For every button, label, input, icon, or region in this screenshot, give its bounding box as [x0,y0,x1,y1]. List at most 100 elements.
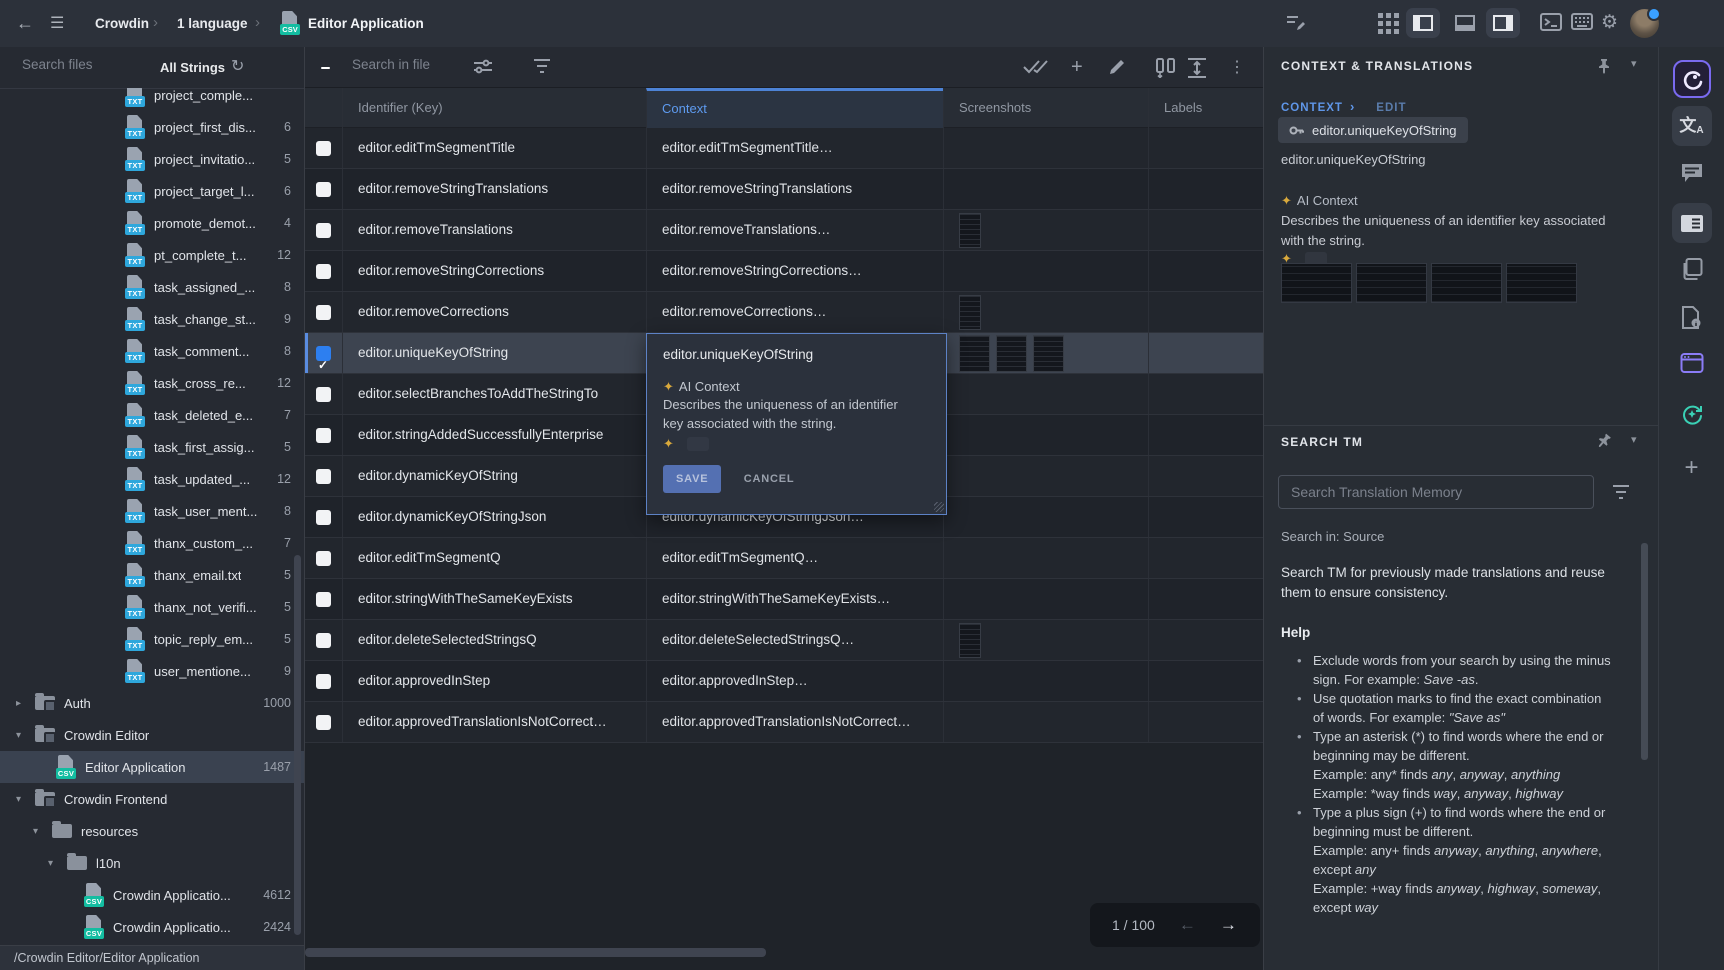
browser-window-icon[interactable] [1680,353,1703,373]
identifier-cell[interactable]: editor.editTmSegmentTitle [342,128,646,168]
row-checkbox-cell[interactable] [305,251,342,291]
file-tree-item[interactable]: TXT topic_reply_em... 5 [0,623,304,655]
search-tm-input[interactable] [1278,475,1594,509]
screenshots-cell[interactable] [943,456,1148,496]
chevron-down-icon[interactable]: ▾ [1631,433,1637,446]
row-checkbox-cell[interactable] [305,579,342,619]
file-tree-item[interactable]: TXT task_change_st... 9 [0,303,304,335]
row-checkbox-cell[interactable] [305,456,342,496]
terminal-icon[interactable] [1540,13,1562,31]
screenshot-thumbnail[interactable] [959,623,981,658]
file-tree-item[interactable]: ▾ l10n [0,847,304,879]
row-checkbox-cell[interactable] [305,702,342,742]
row-checkbox[interactable] [316,264,331,279]
context-cell[interactable]: editor.editTmSegmentQ… [646,538,943,578]
identifier-cell[interactable]: editor.stringWithTheSameKeyExists [342,579,646,619]
labels-cell[interactable] [1148,620,1263,660]
labels-cell[interactable] [1148,128,1263,168]
screenshot-thumbnail[interactable] [1033,335,1064,372]
labels-cell[interactable] [1148,415,1263,455]
ai-sync-icon[interactable] [1681,403,1703,425]
horizontal-scrollbar[interactable] [305,948,766,957]
translate-icon[interactable]: 文A [1672,106,1712,146]
screenshot-thumbnail[interactable] [959,335,990,372]
row-checkbox-cell[interactable] [305,497,342,537]
file-tree-item[interactable]: TXT task_updated_... 12 [0,463,304,495]
string-row[interactable]: editor.stringWithTheSameKeyExists editor… [305,579,1263,620]
menu-icon[interactable]: ☰ [50,0,64,47]
refresh-icon[interactable]: ↻ [231,47,244,88]
screenshot-thumbnail[interactable] [959,213,981,248]
file-tree-item[interactable]: TXT thanx_not_verifi... 5 [0,591,304,623]
tab-context[interactable]: CONTEXT [1281,102,1343,114]
identifier-cell[interactable]: editor.removeCorrections [342,292,646,332]
context-cell[interactable]: editor.removeTranslations… [646,210,943,250]
row-checkbox-cell[interactable] [305,538,342,578]
previous-page-icon[interactable]: ← [1179,915,1196,935]
cancel-button[interactable]: CANCEL [744,473,795,485]
row-checkbox-cell[interactable] [305,292,342,332]
row-checkbox-cell[interactable] [305,374,342,414]
file-tree-item[interactable]: TXT promote_demot... 4 [0,207,304,239]
screenshots-cell[interactable] [943,169,1148,209]
file-tree-item[interactable]: ▾ Crowdin Frontend [0,783,304,815]
document-info-icon[interactable] [1682,306,1702,329]
chevron-down-icon[interactable]: ▾ [1631,57,1637,70]
file-tree-item[interactable]: TXT pt_complete_t... 12 [0,239,304,271]
string-row[interactable]: editor.editTmSegmentQ editor.editTmSegme… [305,538,1263,579]
tree-toggle-icon[interactable]: ▾ [16,730,30,741]
string-row[interactable]: editor.approvedTranslationIsNotCorrect… … [305,702,1263,743]
next-page-icon[interactable]: → [1220,915,1237,935]
sliders-settings-icon[interactable] [473,58,493,76]
context-cell[interactable]: editor.removeCorrections… [646,292,943,332]
screenshots-cell[interactable] [943,374,1148,414]
row-checkbox[interactable] [316,592,331,607]
strings-filter-dropdown[interactable]: All Strings [160,47,225,88]
labels-cell[interactable] [1148,661,1263,701]
layout-bottom-panel-icon[interactable] [1455,15,1475,31]
row-checkbox-cell[interactable] [305,415,342,455]
row-checkbox[interactable] [316,141,331,156]
breadcrumb-project[interactable]: Crowdin [95,0,149,47]
file-tree-item[interactable]: TXT thanx_email.txt 5 [0,559,304,591]
file-tree-item[interactable]: TXT project_comple... [0,88,304,111]
columns-icon[interactable] [1154,58,1178,78]
row-checkbox[interactable] [316,428,331,443]
panel-scrollbar[interactable] [1641,543,1648,760]
file-tree-item[interactable]: TXT thanx_custom_... 7 [0,527,304,559]
string-row[interactable]: editor.editTmSegmentTitle editor.editTmS… [305,128,1263,169]
screenshots-cell[interactable] [943,210,1148,250]
edit-list-icon[interactable] [1286,14,1306,32]
file-tree-item[interactable]: TXT project_target_l... 6 [0,175,304,207]
context-cell[interactable]: editor.editTmSegmentTitle… [646,128,943,168]
screenshots-cell[interactable] [943,661,1148,701]
labels-cell[interactable] [1148,374,1263,414]
grid-view-icon[interactable] [1378,13,1399,34]
row-checkbox[interactable] [316,633,331,648]
tree-toggle-icon[interactable]: ▾ [33,826,47,837]
pin-slanted-icon[interactable] [1596,433,1612,449]
context-cell[interactable]: editor.approvedInStep… [646,661,943,701]
screenshots-cell[interactable] [943,251,1148,291]
file-tree-item[interactable]: CSV Crowdin Applicatio... 4612 [0,879,304,911]
search-in-file-input[interactable] [350,56,654,73]
comment-icon[interactable] [1681,163,1703,183]
string-row[interactable]: editor.approvedInStep editor.approvedInS… [305,661,1263,702]
tree-toggle-icon[interactable]: ▾ [16,794,30,805]
pages-icon[interactable] [1681,258,1702,280]
screenshot-thumbnail[interactable] [1506,263,1577,303]
string-row[interactable]: editor.removeTranslations editor.removeT… [305,210,1263,251]
column-header-screenshots[interactable]: Screenshots [943,88,1148,128]
file-tree-item[interactable]: TXT project_first_dis... 6 [0,111,304,143]
file-tree-item[interactable]: CSV Crowdin Applicatio... 2424 [0,911,304,943]
labels-cell[interactable] [1148,169,1263,209]
tree-toggle-icon[interactable]: ▾ [48,858,62,869]
row-checkbox[interactable] [316,305,331,320]
file-tree-item[interactable]: ▾ resources [0,815,304,847]
labels-cell[interactable] [1148,579,1263,619]
identifier-cell[interactable]: editor.uniqueKeyOfString [342,333,646,373]
labels-cell[interactable] [1148,210,1263,250]
string-row[interactable]: editor.removeCorrections editor.removeCo… [305,292,1263,333]
add-string-icon[interactable]: + [1071,56,1083,79]
file-tree-item[interactable]: ▾ Crowdin Editor [0,719,304,751]
